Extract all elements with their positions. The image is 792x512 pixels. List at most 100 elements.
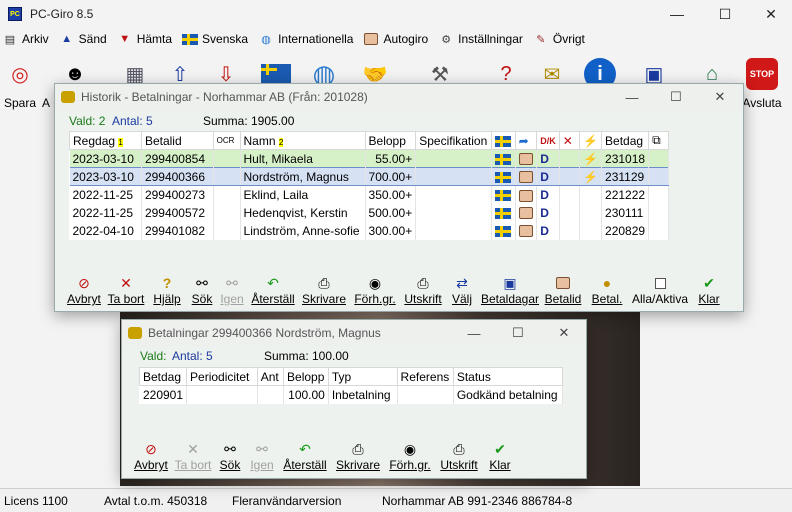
menu-sand[interactable]: ▲ Sänd (59, 32, 106, 46)
menu-label: Internationella (278, 32, 354, 46)
col-betdag[interactable]: Betdag (138, 367, 188, 386)
action-label: Utskrift (440, 458, 478, 472)
aterstall-button[interactable]: ↶ Återställ (278, 440, 332, 473)
table-row[interactable]: 2023-03-10 299400854 Hult, Mikaela 55.00… (69, 149, 669, 168)
table-row[interactable]: 2022-11-25 299400572 Hedenqvist, Kerstin… (69, 203, 669, 222)
col-namn[interactable]: Namn 2 (239, 131, 366, 150)
action-label: Sök (219, 458, 241, 472)
betaldagar-button[interactable]: ▣ Betaldagar (479, 274, 541, 307)
menu-autogiro[interactable]: Autogiro (363, 32, 428, 46)
betalningar-maximize-button[interactable]: ☐ (496, 320, 540, 346)
avbryt-button[interactable]: ⊘ Avbryt (130, 440, 172, 473)
betalid-button[interactable]: Betalid (541, 274, 585, 306)
cell-belopp: 350.00+ (365, 185, 417, 204)
cell-ocr (213, 167, 241, 186)
klar-button[interactable]: ✔ Klar (691, 274, 727, 307)
table-row[interactable]: 2022-04-10 299401082 Lindström, Anne-sof… (69, 221, 669, 240)
valj-button[interactable]: ⇄ Välj (445, 274, 479, 307)
cell-flag (491, 167, 516, 186)
col-dk[interactable]: D/K (536, 131, 560, 150)
table-row[interactable]: 2023-03-10 299400366 Nordström, Magnus 7… (69, 167, 669, 186)
menu-ovrigt[interactable]: ✎ Övrigt (533, 32, 585, 46)
select-arrows-icon: ⇄ (456, 274, 468, 291)
col-referens[interactable]: Referens (396, 367, 454, 386)
betalningar-minimize-button[interactable]: — (452, 320, 496, 346)
col-ocr[interactable]: OCR (212, 131, 241, 150)
hjalp-button[interactable]: ? Hjälp (147, 274, 187, 306)
utskrift-button[interactable]: ⎙ Utskrift (436, 440, 482, 473)
betal-button[interactable]: ● Betal. (585, 274, 629, 306)
klar-button[interactable]: ✔ Klar (482, 440, 518, 473)
menu-label: Autogiro (383, 32, 429, 46)
col-belopp[interactable]: Belopp (364, 131, 417, 150)
action-label: Hjälp (153, 292, 181, 306)
betalningar-close-button[interactable]: ✕ (542, 320, 586, 346)
col-specifikation[interactable]: Specifikation (415, 131, 492, 150)
action-label: Avbryt (134, 458, 168, 472)
menu-label: Svenska (202, 32, 249, 46)
action-label: Välj (451, 292, 472, 306)
avbryt-button[interactable]: ⊘ Avbryt (63, 274, 105, 307)
col-belopp[interactable]: Belopp (283, 367, 329, 386)
historik-close-button[interactable]: ✕ (698, 84, 742, 110)
col-country[interactable] (490, 131, 516, 150)
sok-button[interactable]: ⚯ Sök (214, 440, 246, 473)
cell-regdag: 2022-11-25 (69, 203, 142, 222)
col-method[interactable]: ➦ (514, 131, 538, 150)
menu-label: Inställningar (458, 32, 523, 46)
alla-aktiva-button[interactable]: Alla/Aktiva (629, 274, 691, 306)
table-row[interactable]: 2022-11-25 299400273 Eklind, Laila 350.0… (69, 185, 669, 204)
close-button[interactable]: ✕ (748, 0, 792, 28)
col-lightning[interactable]: ⚡ (579, 131, 603, 150)
tool-button-2[interactable]: A (36, 54, 56, 114)
menu-internationella[interactable]: ◍ Internationella (258, 32, 353, 46)
historik-title-bar: Historik - Betalningar - Norhammar AB (F… (55, 84, 743, 110)
minimize-button[interactable]: — (654, 0, 700, 28)
col-copy[interactable]: ⧉ (648, 131, 669, 150)
sok-button[interactable]: ⚯ Sök (187, 274, 217, 307)
col-periodicitet[interactable]: Periodicitet (186, 367, 258, 386)
maximize-button[interactable]: ☐ (702, 0, 748, 28)
skrivare-button[interactable]: ⎙ Skrivare (332, 440, 384, 473)
action-label: Skrivare (335, 458, 380, 472)
menu-label: Övrigt (552, 32, 585, 46)
col-ant[interactable]: Ant (256, 367, 285, 386)
cell-regdag: 2023-03-10 (69, 149, 142, 168)
skrivare-button[interactable]: ⎙ Skrivare (299, 274, 349, 307)
col-typ[interactable]: Typ (327, 367, 398, 386)
col-betalid[interactable]: Betalid (140, 131, 214, 150)
cell-lightning: ⚡ (579, 167, 603, 186)
col-regdag[interactable]: Regdag 1 (69, 131, 142, 150)
ta-bort-button[interactable]: ✕ Ta bort (172, 440, 214, 473)
cell-betdag: 220901 (139, 385, 188, 404)
antal-count: Antal: 5 (172, 349, 213, 363)
avsluta-button[interactable]: STOP Avsluta (740, 54, 784, 114)
historik-maximize-button[interactable]: ☐ (654, 84, 698, 110)
menu-arkiv[interactable]: ▤ Arkiv (2, 32, 49, 46)
betalningar-table: Betdag Periodicitet Ant Belopp Typ Refer… (138, 367, 564, 404)
col-status[interactable]: Status (452, 367, 564, 386)
spara-label: Spara (3, 96, 37, 110)
cell-namn: Hult, Mikaela (240, 149, 366, 168)
igen-button[interactable]: ⚯ Igen (246, 440, 278, 473)
menu-hamta[interactable]: ▼ Hämta (117, 32, 172, 46)
col-betdag[interactable]: Betdag (601, 131, 650, 150)
cell-belopp: 500.00+ (365, 203, 417, 222)
cell-regdag: 2022-11-25 (69, 185, 142, 204)
aterstall-button[interactable]: ↶ Återställ (247, 274, 299, 307)
table-row[interactable]: 220901 100.00 Inbetalning Godkänd betaln… (139, 385, 564, 404)
utskrift-button[interactable]: ⎙ Utskrift (401, 274, 445, 307)
red-x-icon: ✕ (120, 274, 132, 291)
igen-button[interactable]: ⚯ Igen (217, 274, 247, 307)
historik-minimize-button[interactable]: — (610, 84, 654, 110)
undo-icon: ↶ (299, 440, 311, 457)
forh-gr-button[interactable]: ◉ Förh.gr. (384, 440, 436, 473)
cell-betalid: 299400366 (141, 167, 214, 186)
col-delete[interactable]: ✕ (558, 131, 581, 150)
forh-gr-button[interactable]: ◉ Förh.gr. (349, 274, 401, 307)
swedish-flag-icon (494, 225, 511, 237)
menu-svenska[interactable]: Svenska (182, 32, 248, 46)
spara-button[interactable]: ◎ Spara (0, 54, 40, 114)
menu-installningar[interactable]: ⚙ Inställningar (438, 32, 523, 46)
ta-bort-button[interactable]: ✕ Ta bort (105, 274, 147, 307)
